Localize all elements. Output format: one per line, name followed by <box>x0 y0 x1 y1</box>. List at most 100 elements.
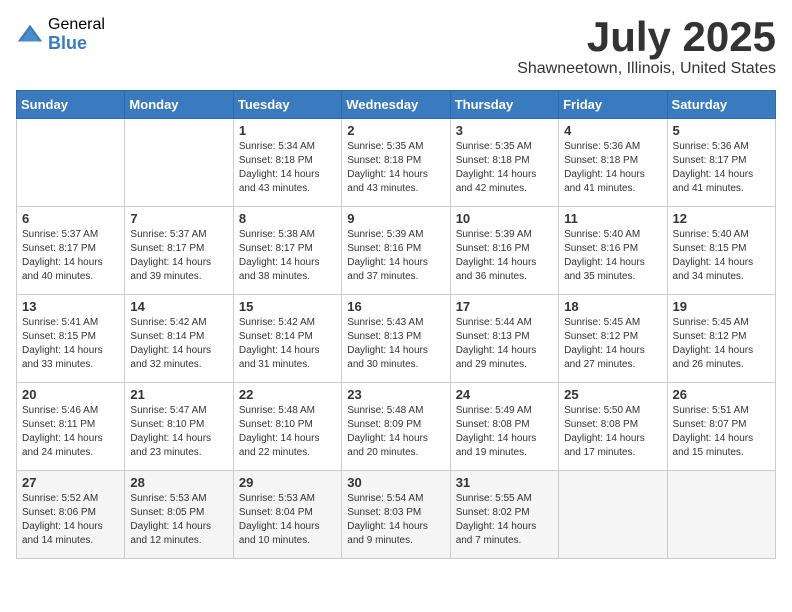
calendar-cell: 24 Sunrise: 5:49 AMSunset: 8:08 PMDayligh… <box>450 383 558 471</box>
calendar-cell: 31 Sunrise: 5:55 AMSunset: 8:02 PMDayligh… <box>450 471 558 559</box>
day-info: Sunrise: 5:54 AMSunset: 8:03 PMDaylight:… <box>347 492 444 548</box>
calendar-cell: 14 Sunrise: 5:42 AMSunset: 8:14 PMDayligh… <box>125 295 233 383</box>
day-info: Sunrise: 5:49 AMSunset: 8:08 PMDaylight:… <box>456 404 553 460</box>
calendar-cell: 17 Sunrise: 5:44 AMSunset: 8:13 PMDayligh… <box>450 295 558 383</box>
day-number: 2 <box>347 123 444 138</box>
day-number: 18 <box>564 299 661 314</box>
day-info: Sunrise: 5:37 AMSunset: 8:17 PMDaylight:… <box>130 228 227 284</box>
weekday-header: Wednesday <box>342 91 450 119</box>
calendar-cell: 4Sunrise: 5:36 AMSunset: 8:18 PMDaylight… <box>559 119 667 207</box>
day-number: 21 <box>130 387 227 402</box>
calendar-cell: 5Sunrise: 5:36 AMSunset: 8:17 PMDaylight… <box>667 119 775 207</box>
day-number: 3 <box>456 123 553 138</box>
day-info: Sunrise: 5:45 AMSunset: 8:12 PMDaylight:… <box>564 316 661 372</box>
weekday-header: Tuesday <box>233 91 341 119</box>
calendar-table: SundayMondayTuesdayWednesdayThursdayFrid… <box>16 90 776 559</box>
calendar-cell: 8 Sunrise: 5:38 AMSunset: 8:17 PMDaylight… <box>233 207 341 295</box>
weekday-header: Monday <box>125 91 233 119</box>
day-info: Sunrise: 5:36 AMSunset: 8:17 PMDaylight:… <box>673 140 770 196</box>
calendar-cell: 26 Sunrise: 5:51 AMSunset: 8:07 PMDayligh… <box>667 383 775 471</box>
day-number: 15 <box>239 299 336 314</box>
weekday-header: Thursday <box>450 91 558 119</box>
day-info: Sunrise: 5:38 AMSunset: 8:17 PMDaylight:… <box>239 228 336 284</box>
day-number: 8 <box>239 211 336 226</box>
day-info: Sunrise: 5:46 AMSunset: 8:11 PMDaylight:… <box>22 404 119 460</box>
calendar-cell: 30 Sunrise: 5:54 AMSunset: 8:03 PMDayligh… <box>342 471 450 559</box>
weekday-header: Saturday <box>667 91 775 119</box>
day-info: Sunrise: 5:44 AMSunset: 8:13 PMDaylight:… <box>456 316 553 372</box>
day-number: 29 <box>239 475 336 490</box>
day-number: 14 <box>130 299 227 314</box>
day-number: 4 <box>564 123 661 138</box>
location-title: Shawneetown, Illinois, United States <box>517 60 776 78</box>
calendar-cell: 13Sunrise: 5:41 AMSunset: 8:15 PMDayligh… <box>17 295 125 383</box>
day-info: Sunrise: 5:35 AMSunset: 8:18 PMDaylight:… <box>456 140 553 196</box>
calendar-cell: 12 Sunrise: 5:40 AMSunset: 8:15 PMDayligh… <box>667 207 775 295</box>
calendar-cell <box>17 119 125 207</box>
week-row: 1Sunrise: 5:34 AMSunset: 8:18 PMDaylight… <box>17 119 776 207</box>
logo-general: General <box>48 16 105 34</box>
day-info: Sunrise: 5:40 AMSunset: 8:16 PMDaylight:… <box>564 228 661 284</box>
day-info: Sunrise: 5:39 AMSunset: 8:16 PMDaylight:… <box>347 228 444 284</box>
day-info: Sunrise: 5:40 AMSunset: 8:15 PMDaylight:… <box>673 228 770 284</box>
calendar-cell: 19Sunrise: 5:45 AMSunset: 8:12 PMDayligh… <box>667 295 775 383</box>
day-number: 27 <box>22 475 119 490</box>
week-row: 27 Sunrise: 5:52 AMSunset: 8:06 PMDayligh… <box>17 471 776 559</box>
day-number: 12 <box>673 211 770 226</box>
day-info: Sunrise: 5:43 AMSunset: 8:13 PMDaylight:… <box>347 316 444 372</box>
calendar-cell <box>125 119 233 207</box>
day-number: 10 <box>456 211 553 226</box>
calendar-cell: 16Sunrise: 5:43 AMSunset: 8:13 PMDayligh… <box>342 295 450 383</box>
day-number: 11 <box>564 211 661 226</box>
day-info: Sunrise: 5:48 AMSunset: 8:09 PMDaylight:… <box>347 404 444 460</box>
day-number: 23 <box>347 387 444 402</box>
calendar-cell: 7 Sunrise: 5:37 AMSunset: 8:17 PMDaylight… <box>125 207 233 295</box>
day-info: Sunrise: 5:47 AMSunset: 8:10 PMDaylight:… <box>130 404 227 460</box>
day-info: Sunrise: 5:51 AMSunset: 8:07 PMDaylight:… <box>673 404 770 460</box>
day-info: Sunrise: 5:53 AMSunset: 8:05 PMDaylight:… <box>130 492 227 548</box>
day-number: 7 <box>130 211 227 226</box>
calendar-cell: 9Sunrise: 5:39 AMSunset: 8:16 PMDaylight… <box>342 207 450 295</box>
day-info: Sunrise: 5:42 AMSunset: 8:14 PMDaylight:… <box>239 316 336 372</box>
day-number: 26 <box>673 387 770 402</box>
week-row: 13Sunrise: 5:41 AMSunset: 8:15 PMDayligh… <box>17 295 776 383</box>
calendar-cell: 15 Sunrise: 5:42 AMSunset: 8:14 PMDayligh… <box>233 295 341 383</box>
calendar-cell: 1Sunrise: 5:34 AMSunset: 8:18 PMDaylight… <box>233 119 341 207</box>
calendar-header-row: SundayMondayTuesdayWednesdayThursdayFrid… <box>17 91 776 119</box>
calendar-cell: 3 Sunrise: 5:35 AMSunset: 8:18 PMDaylight… <box>450 119 558 207</box>
day-info: Sunrise: 5:45 AMSunset: 8:12 PMDaylight:… <box>673 316 770 372</box>
day-info: Sunrise: 5:52 AMSunset: 8:06 PMDaylight:… <box>22 492 119 548</box>
day-info: Sunrise: 5:55 AMSunset: 8:02 PMDaylight:… <box>456 492 553 548</box>
weekday-header: Friday <box>559 91 667 119</box>
calendar-cell: 6Sunrise: 5:37 AMSunset: 8:17 PMDaylight… <box>17 207 125 295</box>
logo: General Blue <box>16 16 105 53</box>
day-number: 22 <box>239 387 336 402</box>
logo-blue: Blue <box>48 34 105 54</box>
day-number: 31 <box>456 475 553 490</box>
day-number: 17 <box>456 299 553 314</box>
day-number: 25 <box>564 387 661 402</box>
day-number: 24 <box>456 387 553 402</box>
day-info: Sunrise: 5:39 AMSunset: 8:16 PMDaylight:… <box>456 228 553 284</box>
calendar-cell: 22Sunrise: 5:48 AMSunset: 8:10 PMDayligh… <box>233 383 341 471</box>
day-info: Sunrise: 5:34 AMSunset: 8:18 PMDaylight:… <box>239 140 336 196</box>
day-number: 28 <box>130 475 227 490</box>
calendar-cell <box>667 471 775 559</box>
title-area: July 2025 Shawneetown, Illinois, United … <box>517 16 776 78</box>
day-info: Sunrise: 5:42 AMSunset: 8:14 PMDaylight:… <box>130 316 227 372</box>
day-number: 30 <box>347 475 444 490</box>
page-header: General Blue July 2025 Shawneetown, Illi… <box>16 16 776 78</box>
month-title: July 2025 <box>517 16 776 58</box>
calendar-cell: 29Sunrise: 5:53 AMSunset: 8:04 PMDayligh… <box>233 471 341 559</box>
weekday-header: Sunday <box>17 91 125 119</box>
calendar-cell: 20 Sunrise: 5:46 AMSunset: 8:11 PMDayligh… <box>17 383 125 471</box>
calendar-cell: 2 Sunrise: 5:35 AMSunset: 8:18 PMDaylight… <box>342 119 450 207</box>
day-info: Sunrise: 5:50 AMSunset: 8:08 PMDaylight:… <box>564 404 661 460</box>
week-row: 6Sunrise: 5:37 AMSunset: 8:17 PMDaylight… <box>17 207 776 295</box>
calendar-cell: 18 Sunrise: 5:45 AMSunset: 8:12 PMDayligh… <box>559 295 667 383</box>
day-number: 20 <box>22 387 119 402</box>
week-row: 20 Sunrise: 5:46 AMSunset: 8:11 PMDayligh… <box>17 383 776 471</box>
calendar-cell: 11 Sunrise: 5:40 AMSunset: 8:16 PMDayligh… <box>559 207 667 295</box>
logo-text: General Blue <box>48 16 105 53</box>
day-info: Sunrise: 5:35 AMSunset: 8:18 PMDaylight:… <box>347 140 444 196</box>
